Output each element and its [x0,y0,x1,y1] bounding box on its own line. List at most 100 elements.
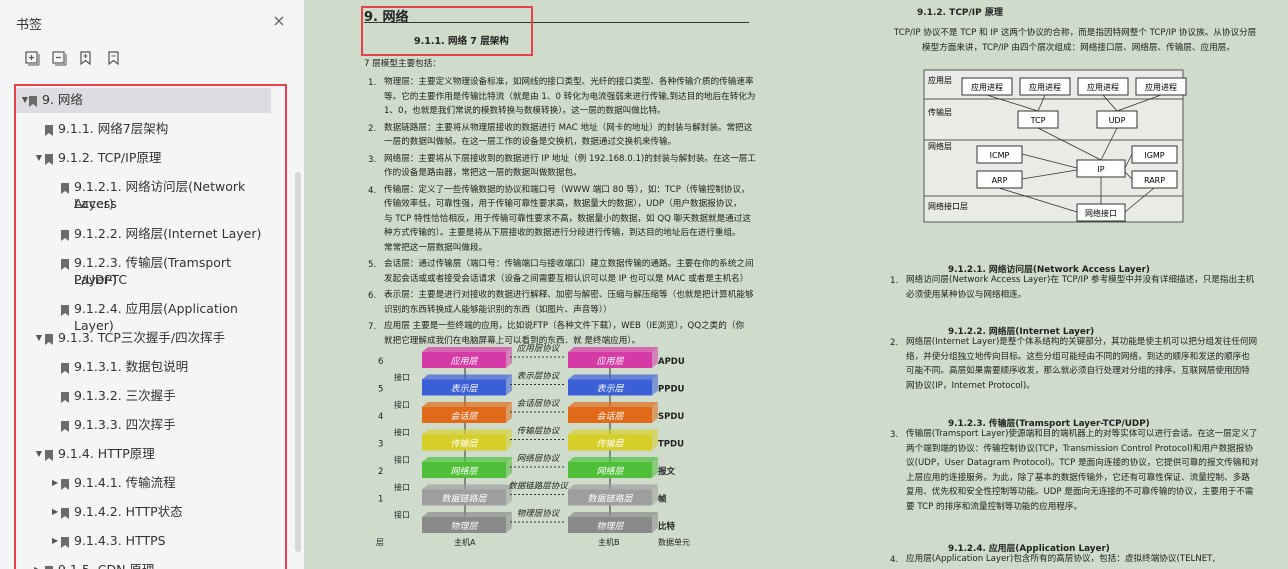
bookmark-item[interactable]: 9.1.3.2. 三次握手 [16,384,271,409]
tcpip-layer-label: 传输层 [928,107,952,117]
bookmark-item[interactable]: ▶ 9.1.4.1. 传输流程 [16,471,271,496]
list-number: 7. [368,322,377,332]
bookmark-icon [61,419,69,432]
section-text: 要 TCP 的排序和流量控制等功能的应用程序。 [906,501,1083,512]
tcpip-diagram: 应用层 传输层 网络层 网络接口层 应用进程 应用进程 应用进程 应用进程 TCP UDP ICMP… [922,68,1187,228]
bookmark-item[interactable]: ▲ 9. 网络 [16,88,271,113]
bookmark-icon [45,332,53,345]
collapse-arrow-icon[interactable]: ▲ [34,154,42,163]
osi-layer-number: 6 [378,357,383,367]
bookmark-item[interactable]: 9.1.2.1. 网络访问层(Network Access Layer) [16,175,271,217]
osi-unit-label: TPDU [658,440,684,450]
bookmark-label: 9.1.3. TCP三次握手/四次挥手 [58,330,226,345]
osi-layer-number: 2 [378,467,383,477]
tcpip-box-label: TCP [1030,116,1046,125]
expand-all-icon[interactable] [24,50,40,66]
section-text: 网协议(IP，Internet Protocol)。 [906,380,1035,391]
bookmark-item[interactable]: 9.1.2.4. 应用层(Application Layer) [16,297,271,333]
list-text: 1、0，也就是我们常说的模数转换与数模转换）。这一层的数据叫做比特。 [384,106,666,116]
bookmark-icon [61,228,69,241]
section-text: 应用层(Application Layer)包含所有的高层协议，包括：虚拟终端协… [906,554,1216,564]
osi-layer-label: 物理层 [450,521,478,532]
osi-layer-label: 表示层 [450,384,478,395]
osi-layer-label: 数据链路层 [587,494,633,505]
bookmark-item[interactable]: ▶ 9.1.4.3. HTTPS [16,529,271,554]
bookmark-label: 9.1.4. HTTP原理 [58,446,155,461]
bookmark-item[interactable]: ▶ 9.1.4.2. HTTP状态 [16,500,271,525]
osi-layer-label: 传输层 [450,439,478,450]
bookmark-item[interactable]: ▲ 9.1.3. TCP三次握手/四次挥手 [16,326,271,351]
bookmark-label: 9.1.2.2. 网络层(Internet Layer) [74,226,262,241]
bookmark-label: 9.1.2. TCP/IP原理 [58,150,162,165]
list-text: 一层的数据叫做帧。在这一层工作的设备是交换机，数据通过交换机来传输。 [384,137,677,147]
collapse-arrow-icon[interactable]: ▲ [34,334,42,343]
osi-diagram: 应用层 应用层 应用层协议 APDU 6 接口 表示层 表示层 表示层协议 PPDU 5 接口 会话层会… [366,340,706,550]
tcpip-box-label: IGMP [1144,151,1164,160]
bookmark-label: Layer) [74,196,114,211]
tcpip-box-label: 应用进程 [971,82,1003,92]
bookmark-icon [45,152,53,165]
osi-bottom-label: 主机A [454,537,476,547]
osi-layer-label: 数据链路层 [441,494,487,505]
bookmark-icon[interactable] [106,50,122,66]
list-number: 2. [368,123,377,134]
bookmark-label: P/UDP) [74,272,117,287]
bookmark-sidebar: 书签 × ▲ 9. 网络 9.1.1. 网络7层架构 ▲ 9.1.2. TCP/IP原理… [0,0,305,569]
bookmark-label: 9.1.4.2. HTTP状态 [74,504,183,519]
tcpip-line-1: TCP/IP 协议不是 TCP 和 IP 这两个协议的合称，而是指因特网整个 T… [894,28,1257,38]
sidebar-scrollbar[interactable] [295,172,301,552]
list-number: 2. [890,338,899,348]
list-text: 网络层：主要将从下层接收到的数据进行 IP 地址（例 192.168.0.1)的… [384,153,756,164]
osi-protocol-label: 表示层协议 [517,371,561,382]
section-text: 传输层(Tramsport Layer)使源端和目的端机器上的对等实体可以进行会… [906,429,1258,439]
bookmark-item[interactable]: 9.1.1. 网络7层架构 [16,117,271,142]
osi-layer-number: 5 [378,385,383,395]
document-page-right: 9.1.2. TCP/IP 原理 TCP/IP 协议不是 TCP 和 IP 这两… [862,0,1262,569]
osi-protocol-label: 会话层协议 [517,398,561,409]
osi-layer-label: 物理层 [596,521,624,532]
osi-layer-label: 网络层 [450,466,478,477]
bookmark-item[interactable]: ▲ 9.1.2. TCP/IP原理 [16,146,271,171]
osi-interface-label: 接口 [394,427,410,437]
osi-interface-label: 接口 [394,400,410,410]
bookmark-label: 9.1.4.1. 传输流程 [74,475,176,490]
osi-interface-label: 接口 [394,510,410,520]
document-page-left: 9. 网络 9.1.1. 网络 7 层架构 7 层模型主要包括： 应用层 应用层应… [350,0,770,569]
highlight-box [361,6,533,56]
collapse-arrow-icon[interactable]: ▲ [20,96,28,105]
bookmark-icon [45,564,53,569]
bookmark-item[interactable]: 9.1.2.3. 传输层(Tramsport Layer-TC P/UDP) [16,251,271,293]
add-bookmark-icon[interactable] [78,50,94,66]
bookmark-item[interactable]: ▲ 9.1.4. HTTP原理 [16,442,271,467]
tcpip-heading: 9.1.2. TCP/IP 原理 [917,8,1003,18]
bookmark-label: 9.1.3.2. 三次握手 [74,388,176,403]
section-text: 网络访问层(Network Access Layer)在 TCP/IP 参考模型… [906,275,1255,285]
list-text: 数据链路层：主要将从物理层接收的数据进行 MAC 地址（网卡的地址）的封装与解封… [384,122,753,133]
bookmark-label: 9.1.1. 网络7层架构 [58,121,169,136]
tcpip-box-label: 应用进程 [1087,82,1119,92]
osi-interface-label: 接口 [394,455,410,465]
expand-arrow-icon[interactable]: ▶ [52,479,60,487]
osi-unit-label: 报文 [658,466,676,477]
collapse-all-icon[interactable] [51,50,67,66]
expand-arrow-icon[interactable]: ▶ [52,508,60,516]
osi-protocol-label: 数据链路层协议 [508,481,569,492]
tcpip-box-label: UDP [1109,116,1126,125]
osi-unit-label: APDU [658,357,685,367]
osi-protocol-label: 传输层协议 [517,426,561,437]
list-text: 表示层：主要是进行对接收的数据进行解释、加密与解密、压缩与解压缩等（也就是把计算… [384,290,754,300]
bookmark-icon [61,361,69,374]
bookmark-item[interactable]: ▶9.1.5. CDN 原理 [16,558,271,569]
expand-arrow-icon[interactable]: ▶ [52,537,60,545]
bookmark-item[interactable]: 9.1.2.2. 网络层(Internet Layer) [16,222,271,247]
collapse-arrow-icon[interactable]: ▲ [34,450,42,459]
list-number: 3. [368,154,377,165]
list-number: 1. [368,78,377,88]
bookmark-item[interactable]: 9.1.3.1. 数据包说明 [16,355,271,380]
bookmark-item[interactable]: 9.1.3.3. 四次挥手 [16,413,271,438]
tcpip-box-label: ICMP [990,151,1010,160]
close-icon[interactable]: × [270,12,288,30]
osi-layer-number: 3 [378,440,383,450]
section-text: 议(UDP，User Datagram Protocol)。TCP 是面向连接的… [906,458,1259,468]
bookmark-icon [61,535,69,548]
